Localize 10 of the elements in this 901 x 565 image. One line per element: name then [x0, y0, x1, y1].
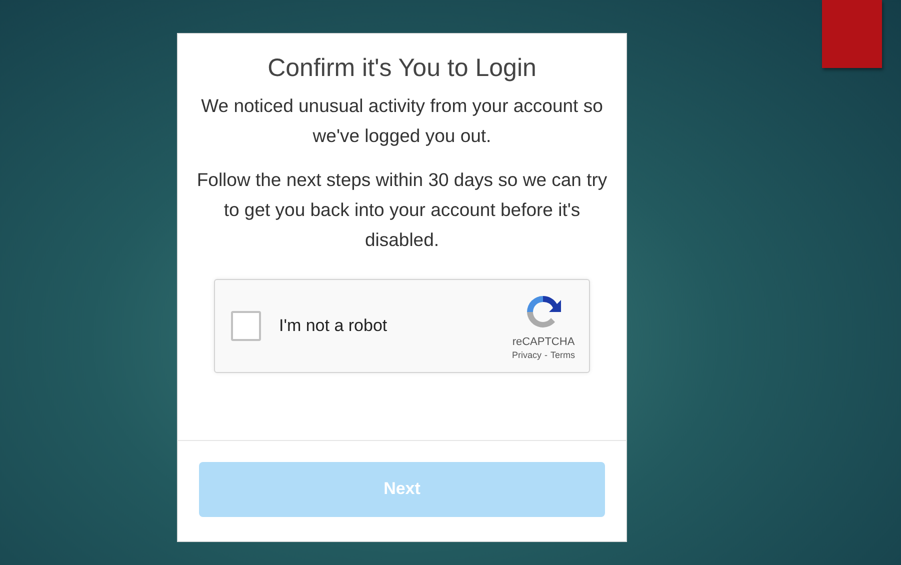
corner-block — [822, 0, 882, 68]
recaptcha-brand: reCAPTCHA — [512, 336, 575, 348]
separator-text: - — [544, 350, 548, 360]
checkbox-label: I'm not a robot — [279, 316, 388, 336]
footer-link[interactable]: Privacy — [512, 350, 542, 360]
checkbox[interactable] — [231, 311, 261, 341]
dialog-title: Confirm it's You to Login — [268, 54, 536, 83]
message-text: Follow the next steps within 30 days so we can try to get you back into your account before it's disabled. — [196, 168, 608, 252]
footer-link[interactable]: Terms — [550, 350, 575, 360]
message-text: We noticed unusual activity from your account so we've logged you out. — [200, 94, 604, 148]
